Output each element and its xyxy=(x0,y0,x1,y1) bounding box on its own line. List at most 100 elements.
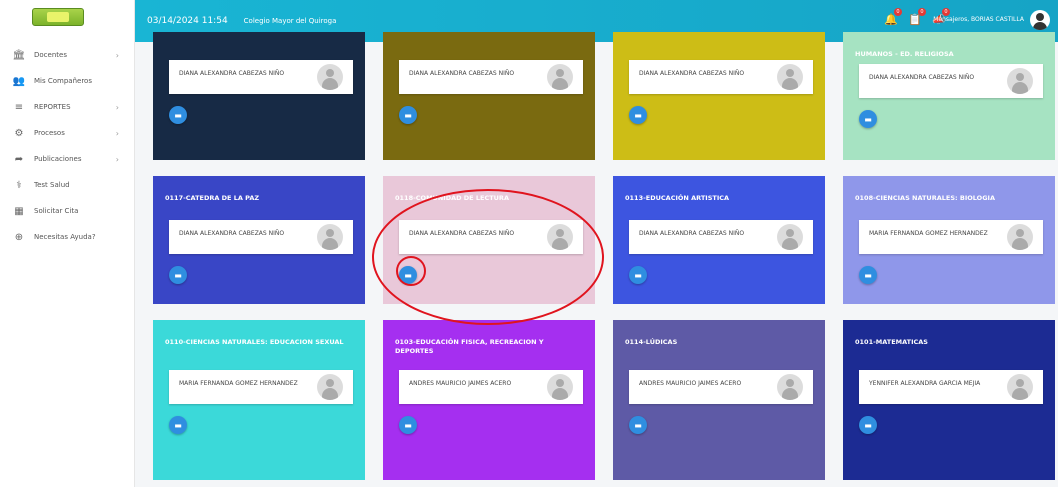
message-icon[interactable]: ▬ xyxy=(399,266,417,284)
datetime: 03/14/2024 11:54 xyxy=(147,16,228,26)
teacher-name: DIANA ALEXANDRA CABEZAS NIÑO xyxy=(179,70,285,77)
course-title: 0101-MATEMATICAS xyxy=(855,338,928,346)
course-card[interactable]: 0118-Comunidad de Lectura DIANA ALEXANDRA… xyxy=(383,176,595,304)
sidebar-item-label: REPORTES xyxy=(34,103,71,111)
teacher-avatar xyxy=(317,224,343,250)
sidebar-item-docentes[interactable]: 🏛 Docentes › xyxy=(0,42,135,68)
course-title: HUMANOS - ED. RELIGIOSA xyxy=(855,50,954,58)
sidebar-item-mis-compa-eros[interactable]: 👥 Mis Compañeros xyxy=(0,68,135,94)
help-icon: ⊕ xyxy=(14,231,24,243)
sidebar-item-reportes[interactable]: ≡ REPORTES › xyxy=(0,94,135,120)
teacher-name: YENNIFER ALEXANDRA GARCIA MEJIA xyxy=(869,380,981,387)
school-logo[interactable] xyxy=(32,8,84,26)
course-card[interactable]: 0114-LÚDICAS ANDRES MAURICIO JAIMES ACERO… xyxy=(613,320,825,480)
teacher-name: DIANA ALEXANDRA CABEZAS NIÑO xyxy=(409,230,515,237)
user-name[interactable]: Mensajeros, BORIAS CASTILLA xyxy=(933,16,1024,23)
teacher-avatar xyxy=(547,374,573,400)
health-icon: ⚕ xyxy=(16,179,22,191)
course-title: 0110-CIENCIAS NATURALES: EDUCACION SEXUA… xyxy=(165,338,344,346)
teacher-box: MARIA FERNANDA GOMEZ HERNANDEZ xyxy=(859,220,1043,254)
course-title: 0103-EDUCACIÓN FISICA, RECREACION Y DEPO… xyxy=(395,338,544,355)
sidebar-item-label: Docentes xyxy=(34,51,67,59)
course-card[interactable]: HUMANOS - ED. RELIGIOSA DIANA ALEXANDRA C… xyxy=(843,32,1055,160)
teacher-name: MARIA FERNANDA GOMEZ HERNANDEZ xyxy=(179,380,298,387)
message-icon[interactable]: ▬ xyxy=(629,416,647,434)
teacher-box: YENNIFER ALEXANDRA GARCIA MEJIA xyxy=(859,370,1043,404)
building-icon: 🏛 xyxy=(12,49,26,61)
sidebar-item-test-salud[interactable]: ⚕ Test Salud xyxy=(0,172,135,198)
sidebar-item-label: Necesitas Ayuda? xyxy=(34,233,96,241)
teacher-name: DIANA ALEXANDRA CABEZAS NIÑO xyxy=(179,230,285,237)
teacher-box: DIANA ALEXANDRA CABEZAS NIÑO xyxy=(169,60,353,94)
course-card[interactable]: 0117-CATEDRA DE LA PAZ DIANA ALEXANDRA CA… xyxy=(153,176,365,304)
user-avatar[interactable] xyxy=(1030,10,1050,30)
course-card[interactable]: 0103-EDUCACIÓN FISICA, RECREACION Y DEPO… xyxy=(383,320,595,480)
teacher-name: DIANA ALEXANDRA CABEZAS NIÑO xyxy=(869,74,975,81)
teacher-name: MARIA FERNANDA GOMEZ HERNANDEZ xyxy=(869,230,988,237)
message-icon[interactable]: ▬ xyxy=(399,106,417,124)
teacher-box: DIANA ALEXANDRA CABEZAS NIÑO xyxy=(169,220,353,254)
message-icon[interactable]: ▬ xyxy=(169,106,187,124)
message-icon[interactable]: ▬ xyxy=(629,106,647,124)
message-icon[interactable]: ▬ xyxy=(169,416,187,434)
teacher-avatar xyxy=(547,224,573,250)
process-icon: ⚙ xyxy=(14,127,24,139)
teacher-name: DIANA ALEXANDRA CABEZAS NIÑO xyxy=(639,70,745,77)
teacher-avatar xyxy=(1007,374,1033,400)
sidebar-item-label: Solicitar Cita xyxy=(34,207,79,215)
teacher-name: ANDRES MAURICIO JAIMES ACERO xyxy=(639,380,742,387)
sidebar-item-label: Procesos xyxy=(34,129,65,137)
teacher-avatar xyxy=(777,224,803,250)
teacher-avatar xyxy=(317,374,343,400)
share-icon: ➦ xyxy=(14,153,24,165)
notification-badge: 0 xyxy=(942,8,950,16)
course-title: 0114-LÚDICAS xyxy=(625,338,678,346)
teacher-box: DIANA ALEXANDRA CABEZAS NIÑO xyxy=(399,60,583,94)
calendar-icon: ▦ xyxy=(14,205,24,217)
sidebar-item-label: Publicaciones xyxy=(34,155,82,163)
teacher-avatar xyxy=(1007,68,1033,94)
teacher-box: DIANA ALEXANDRA CABEZAS NIÑO xyxy=(399,220,583,254)
teacher-avatar xyxy=(777,374,803,400)
teacher-box: MARIA FERNANDA GOMEZ HERNANDEZ xyxy=(169,370,353,404)
sidebar-item-solicitar-cita[interactable]: ▦ Solicitar Cita xyxy=(0,198,135,224)
sidebar-item-procesos[interactable]: ⚙ Procesos › xyxy=(0,120,135,146)
course-title: 0118-Comunidad de Lectura xyxy=(395,194,509,202)
message-icon[interactable]: ▬ xyxy=(169,266,187,284)
teacher-name: ANDRES MAURICIO JAIMES ACERO xyxy=(409,380,512,387)
message-icon[interactable]: ▬ xyxy=(399,416,417,434)
message-icon[interactable]: ▬ xyxy=(859,266,877,284)
chevron-right-icon: › xyxy=(115,102,119,112)
course-card[interactable]: 0110-CIENCIAS NATURALES: EDUCACION SEXUA… xyxy=(153,320,365,480)
teacher-avatar xyxy=(547,64,573,90)
teacher-avatar xyxy=(1007,224,1033,250)
clipboard-icon[interactable]: 📋 0 xyxy=(908,8,926,27)
sidebar-item-label: Mis Compañeros xyxy=(34,77,92,85)
chevron-right-icon: › xyxy=(115,128,119,138)
course-card[interactable]: DIANA ALEXANDRA CABEZAS NIÑO ▬ xyxy=(613,32,825,160)
teacher-name: DIANA ALEXANDRA CABEZAS NIÑO xyxy=(639,230,745,237)
teacher-box: DIANA ALEXANDRA CABEZAS NIÑO xyxy=(629,60,813,94)
course-title: 0117-CATEDRA DE LA PAZ xyxy=(165,194,260,202)
notification-badge: 0 xyxy=(894,8,902,16)
teacher-avatar xyxy=(317,64,343,90)
course-card[interactable]: 0101-MATEMATICAS YENNIFER ALEXANDRA GARCI… xyxy=(843,320,1055,480)
sidebar-item-publicaciones[interactable]: ➦ Publicaciones › xyxy=(0,146,135,172)
message-icon[interactable]: ▬ xyxy=(859,416,877,434)
bell-icon[interactable]: 🔔 0 xyxy=(884,8,902,27)
sidebar: 🏛 Docentes › 👥 Mis Compañeros ≡ REPORTES › ⚙ Proc… xyxy=(0,0,135,487)
course-grid: DIANA ALEXANDRA CABEZAS NIÑO ▬ DIANA ALEXA… xyxy=(153,32,1055,487)
message-icon[interactable]: ▬ xyxy=(859,110,877,128)
users-icon: 👥 xyxy=(12,75,26,87)
notification-badge: 0 xyxy=(918,8,926,16)
course-card[interactable]: 0108-CIENCIAS NATURALES: BIOLOGIA MARIA F… xyxy=(843,176,1055,304)
teacher-box: ANDRES MAURICIO JAIMES ACERO xyxy=(629,370,813,404)
teacher-avatar xyxy=(777,64,803,90)
course-card[interactable]: DIANA ALEXANDRA CABEZAS NIÑO ▬ xyxy=(153,32,365,160)
reports-icon: ≡ xyxy=(14,101,24,113)
course-card[interactable]: DIANA ALEXANDRA CABEZAS NIÑO ▬ xyxy=(383,32,595,160)
course-card[interactable]: 0113-EDUCACIÓN ARTISTICA DIANA ALEXANDRA … xyxy=(613,176,825,304)
chevron-right-icon: › xyxy=(115,154,119,164)
message-icon[interactable]: ▬ xyxy=(629,266,647,284)
sidebar-item-necesitas-ayuda[interactable]: ⊕ Necesitas Ayuda? xyxy=(0,224,135,250)
